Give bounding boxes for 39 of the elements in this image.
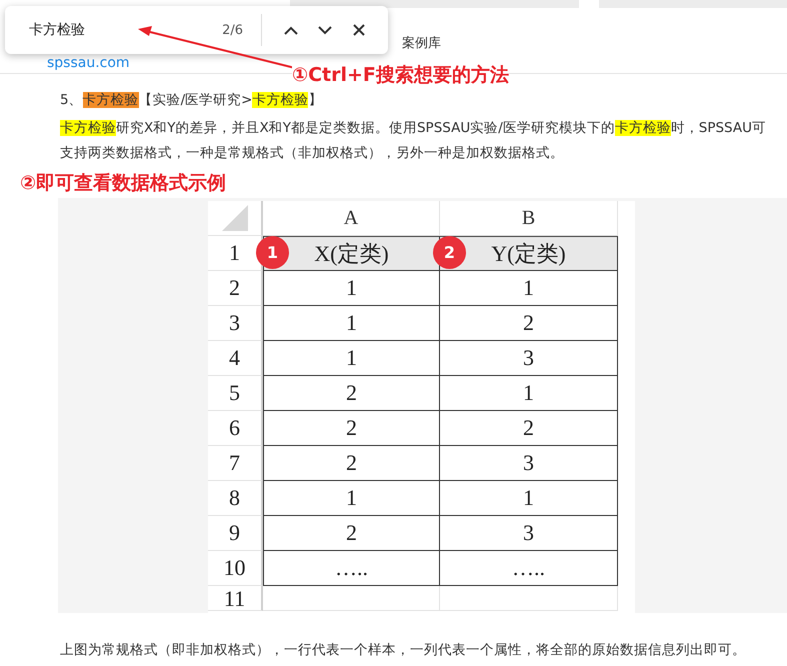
row-number: 3 bbox=[208, 306, 263, 341]
row-number: 8 bbox=[208, 481, 263, 516]
table-cell: 1 bbox=[263, 481, 440, 516]
table-cell: 2 bbox=[263, 411, 440, 446]
table-cell: 1 bbox=[263, 341, 440, 376]
logo-link[interactable]: spssau.com bbox=[47, 55, 130, 71]
row-number: 7 bbox=[208, 446, 263, 481]
table-cell: 1 bbox=[440, 481, 618, 516]
annotation-text: ①Ctrl+F搜索想要的方法 bbox=[292, 64, 509, 86]
table-cell: 2 bbox=[263, 516, 440, 551]
find-input[interactable]: 卡方检验 bbox=[29, 22, 222, 38]
table-cell: 2 bbox=[263, 446, 440, 481]
row-number: 6 bbox=[208, 411, 263, 446]
table-cell: 3 bbox=[440, 341, 618, 376]
table-cell: 2 bbox=[440, 306, 618, 341]
row-number: 9 bbox=[208, 516, 263, 551]
nav-link[interactable]: 案例库 bbox=[402, 34, 441, 52]
table-cell: 1 bbox=[440, 271, 618, 306]
table-cell: 1 bbox=[263, 306, 440, 341]
table-cell: 3 bbox=[440, 446, 618, 481]
table-cell: 1 bbox=[440, 376, 618, 411]
caption-text: 上图为常规格式（即非加权格式），一行代表一个样本，一列代表一个属性，将全部的原始数据信息列出即可。 bbox=[60, 641, 747, 659]
table-cell: 3 bbox=[440, 516, 618, 551]
row-number: 11 bbox=[208, 586, 263, 611]
paragraph: 卡方检验研究X和Y的差异，并且X和Y都是定类数据。使用SPSSAU实验/医学研究模块下的卡方检验时，SPSSAU可支持两类数据格式，一种是常规格式（非加权格式），另外一种是加权数据格式。 bbox=[60, 119, 767, 163]
row-number: 4 bbox=[208, 341, 263, 376]
close-icon bbox=[353, 24, 365, 36]
table-cell: 1 bbox=[263, 271, 440, 306]
match-count: 2/6 bbox=[222, 22, 243, 38]
table-cell: 2 bbox=[263, 376, 440, 411]
chevron-down-icon bbox=[318, 26, 332, 34]
table-cell: ….. bbox=[440, 551, 618, 586]
chevron-up-icon bbox=[284, 26, 298, 34]
row-number: 10 bbox=[208, 551, 263, 586]
row-number: 2 bbox=[208, 271, 263, 306]
table-cell: ….. bbox=[263, 551, 440, 586]
table-cell: 2 bbox=[440, 411, 618, 446]
annotation-text: ②即可查看数据格式示例 bbox=[20, 171, 228, 196]
row-number: 5 bbox=[208, 376, 263, 411]
